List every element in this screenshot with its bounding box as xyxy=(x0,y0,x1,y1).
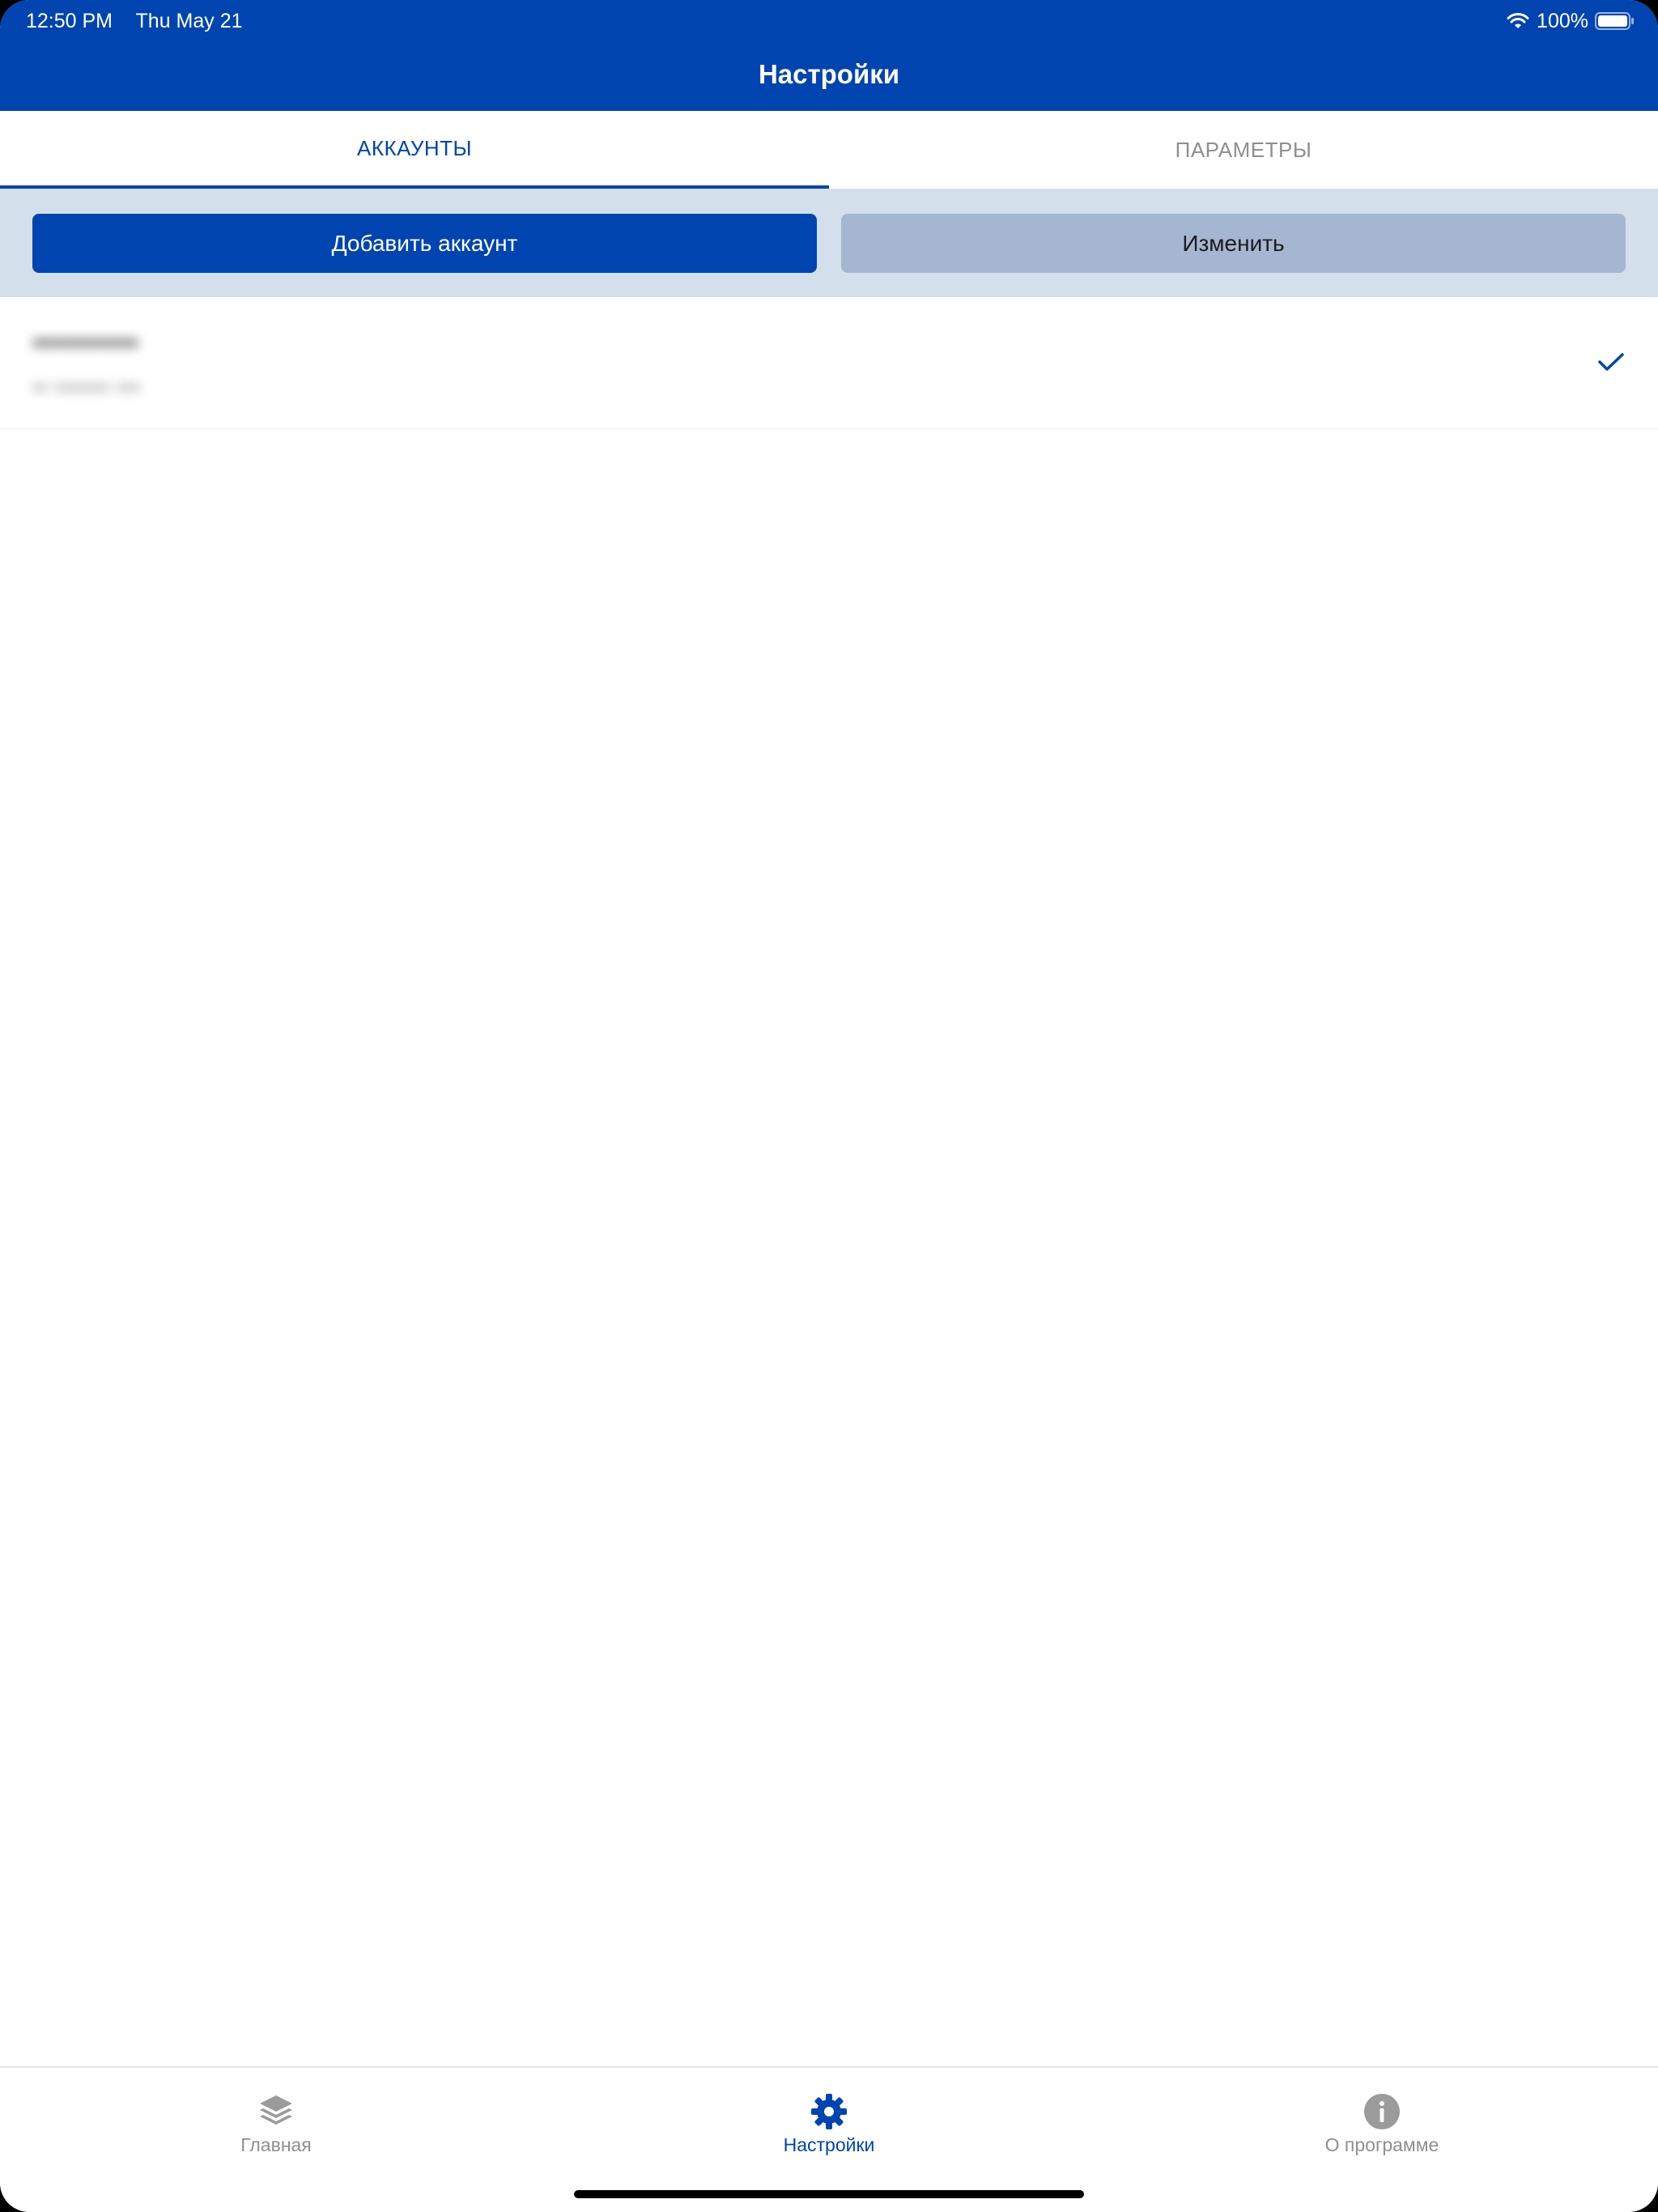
gear-icon xyxy=(811,2094,847,2129)
tabbar-item-about[interactable]: О программе xyxy=(1106,2068,1658,2165)
home-indicator[interactable] xyxy=(574,2190,1084,2198)
info-icon xyxy=(1364,2094,1400,2129)
accounts-toolbar: Добавить аккаунт Изменить xyxy=(0,189,1658,297)
segmented-tabs: АККАУНТЫ ПАРАМЕТРЫ xyxy=(0,111,1658,189)
tab-parameters[interactable]: ПАРАМЕТРЫ xyxy=(829,111,1658,189)
tab-accounts[interactable]: АККАУНТЫ xyxy=(0,111,829,189)
tabbar-label-about: О программе xyxy=(1324,2134,1439,2155)
battery-icon xyxy=(1595,12,1634,30)
status-bar-right: 100% xyxy=(1506,6,1635,36)
account-list-item[interactable]: ••••••••••• •• ••••••• ••• xyxy=(0,297,1658,429)
status-date: Thu May 21 xyxy=(135,10,243,32)
status-time: 12:50 PM xyxy=(26,10,113,32)
layers-icon xyxy=(260,2095,292,2125)
page-title: Настройки xyxy=(758,59,900,89)
tabbar-item-settings[interactable]: Настройки xyxy=(553,2068,1105,2165)
checkmark-icon xyxy=(1598,353,1624,371)
app-screen: 12:50 PM Thu May 21 100% Настройки АККАУ… xyxy=(0,0,1658,2212)
status-bar-left: 12:50 PM Thu May 21 xyxy=(26,8,261,34)
tabbar-label-home: Главная xyxy=(240,2134,312,2155)
edit-button[interactable]: Изменить xyxy=(841,214,1626,273)
tabbar-label-settings: Настройки xyxy=(783,2134,875,2155)
account-subtitle: •• ••••••• ••• xyxy=(32,375,141,400)
battery-percent: 100% xyxy=(1537,9,1588,32)
tabbar-item-home[interactable]: Главная xyxy=(0,2068,552,2165)
add-account-button[interactable]: Добавить аккаунт xyxy=(32,214,817,273)
header: 12:50 PM Thu May 21 100% Настройки xyxy=(0,0,1658,111)
account-name: ••••••••••• xyxy=(32,328,138,359)
wifi-icon xyxy=(1507,13,1529,28)
